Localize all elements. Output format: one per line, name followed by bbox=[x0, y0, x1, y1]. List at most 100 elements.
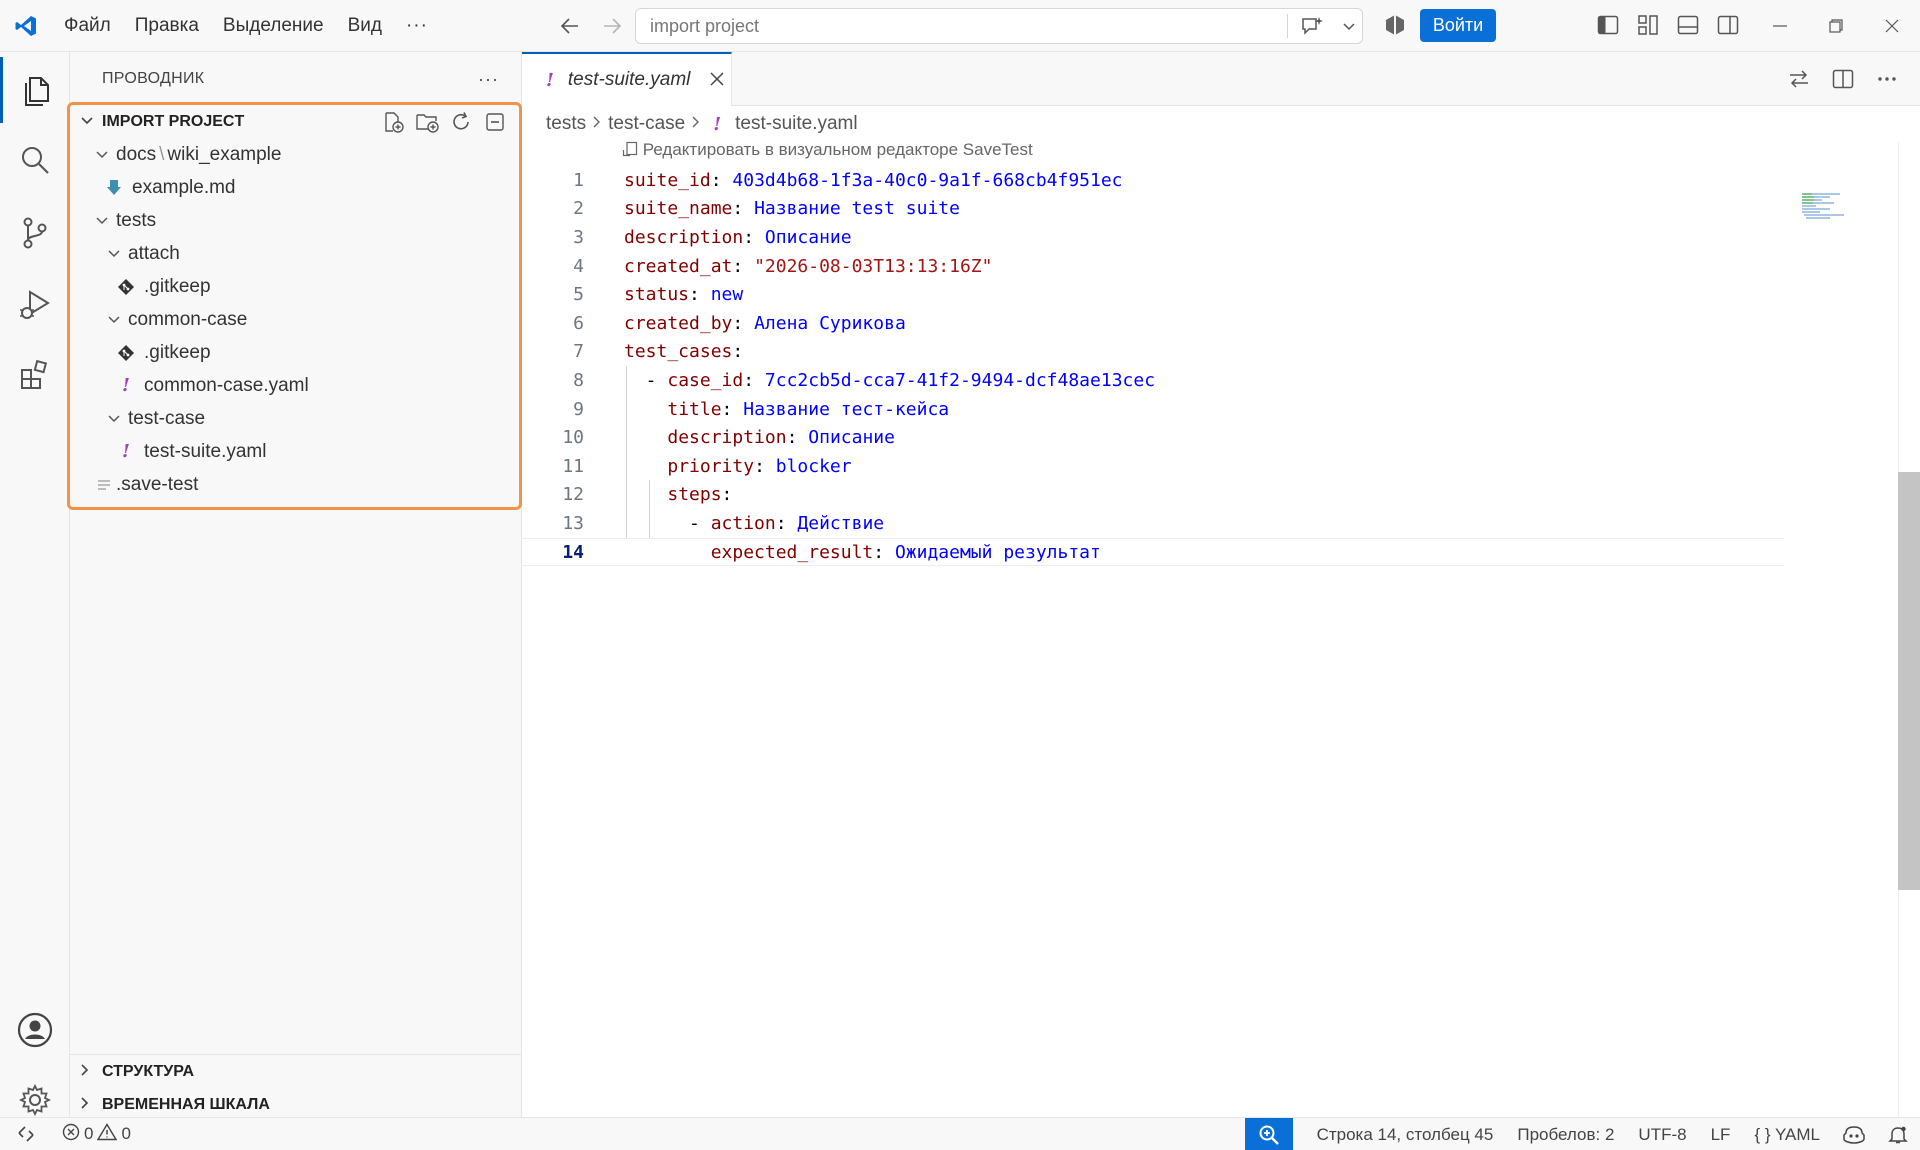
forward-arrow-icon[interactable] bbox=[598, 10, 626, 42]
language-mode[interactable]: { } YAML bbox=[1742, 1125, 1832, 1145]
tree-folder-attach[interactable]: attach bbox=[70, 237, 519, 270]
tree-folder-test-case[interactable]: test-case bbox=[70, 402, 519, 435]
tree-file-test-suite-yaml[interactable]: ! test-suite.yaml bbox=[70, 435, 519, 468]
menu-more-button[interactable]: ··· bbox=[394, 15, 440, 37]
toggle-secondary-sidebar-icon[interactable] bbox=[1715, 12, 1741, 38]
chevron-right-icon bbox=[80, 1063, 102, 1080]
code-line[interactable]: 7 test_cases: bbox=[522, 338, 1920, 367]
code-line[interactable]: 1 suite_id: 403d4b68-1f3a-40c0-9a1f-668c… bbox=[522, 166, 1920, 195]
extensions-icon[interactable] bbox=[0, 342, 70, 408]
menu-file[interactable]: Файл bbox=[52, 15, 123, 37]
copilot-status-icon[interactable] bbox=[1832, 1125, 1876, 1145]
toggle-primary-sidebar-icon[interactable] bbox=[1595, 12, 1621, 38]
explorer-icon[interactable] bbox=[0, 57, 70, 123]
new-file-icon[interactable] bbox=[381, 110, 405, 134]
code-line[interactable]: 12 steps: bbox=[522, 481, 1920, 510]
code-line[interactable]: 6 created_by: Алена Сурикова bbox=[522, 309, 1920, 338]
yaml-key: suite_id bbox=[624, 169, 711, 191]
chevron-down-icon bbox=[104, 315, 124, 325]
code-lines[interactable]: 1 suite_id: 403d4b68-1f3a-40c0-9a1f-668c… bbox=[522, 166, 1920, 567]
chevron-right-icon bbox=[691, 115, 701, 134]
cursor-position[interactable]: Строка 14, столбец 45 bbox=[1305, 1125, 1506, 1145]
tree-file-save-test[interactable]: .save-test bbox=[70, 468, 519, 501]
menu-bar: Файл Правка Выделение Вид ··· bbox=[52, 0, 440, 52]
tree-file-gitkeep-attach[interactable]: .gitkeep bbox=[70, 270, 519, 303]
breadcrumb-item[interactable]: test-suite.yaml bbox=[735, 113, 857, 135]
encoding[interactable]: UTF-8 bbox=[1626, 1125, 1698, 1145]
code-line[interactable]: 2 suite_name: Название test suite bbox=[522, 195, 1920, 224]
compare-icon[interactable] bbox=[1786, 66, 1812, 92]
editor-tab-bar: ! test-suite.yaml bbox=[522, 52, 1920, 106]
toggle-panel-icon[interactable] bbox=[1675, 12, 1701, 38]
split-editor-icon[interactable] bbox=[1830, 66, 1856, 92]
login-button[interactable]: Войти bbox=[1420, 9, 1496, 42]
tree-file-example-md[interactable]: example.md bbox=[70, 171, 519, 204]
code-line-current[interactable]: 14 expected_result: Ожидаемый результат bbox=[522, 537, 1784, 567]
markdown-file-icon bbox=[102, 179, 126, 197]
more-actions-icon[interactable] bbox=[1874, 66, 1900, 92]
command-center-search[interactable]: import project bbox=[635, 8, 1363, 44]
chevron-down-icon bbox=[104, 414, 124, 424]
customize-layout-icon[interactable] bbox=[1635, 12, 1661, 38]
yaml-key: status bbox=[624, 284, 690, 306]
menu-selection[interactable]: Выделение bbox=[211, 15, 336, 37]
menu-edit[interactable]: Правка bbox=[123, 15, 211, 37]
code-line[interactable]: 5 status: new bbox=[522, 280, 1920, 309]
minimap[interactable] bbox=[1800, 192, 1850, 222]
yaml-value: Название test suite bbox=[754, 198, 960, 220]
scrollbar-thumb[interactable] bbox=[1898, 472, 1920, 890]
yaml-key: description bbox=[667, 427, 787, 449]
tab-test-suite-yaml[interactable]: ! test-suite.yaml bbox=[522, 52, 732, 106]
outline-section-header[interactable]: СТРУКТУРА bbox=[70, 1055, 522, 1088]
tree-folder-docs-wiki-example[interactable]: docs \ wiki_example bbox=[70, 138, 519, 171]
run-debug-icon[interactable] bbox=[0, 272, 70, 338]
chevron-down-icon[interactable] bbox=[1336, 21, 1362, 31]
breadcrumb-item[interactable]: tests bbox=[546, 113, 586, 135]
code-line[interactable]: 10 description: Описание bbox=[522, 423, 1920, 452]
restore-icon[interactable] bbox=[1808, 0, 1864, 52]
command-center-text: import project bbox=[650, 15, 760, 36]
zoom-icon[interactable] bbox=[1244, 1118, 1293, 1150]
tree-folder-tests[interactable]: tests bbox=[70, 204, 519, 237]
end-of-line[interactable]: LF bbox=[1699, 1125, 1743, 1145]
back-arrow-icon[interactable] bbox=[556, 10, 584, 42]
code-line[interactable]: 8 - case_id: 7cc2cb5d-cca7-41f2-9494-dcf… bbox=[522, 366, 1920, 395]
notifications-bell-icon[interactable] bbox=[1876, 1125, 1920, 1145]
problems-indicator[interactable]: 0 0 bbox=[62, 1122, 131, 1146]
line-number: 2 bbox=[573, 198, 584, 220]
minimize-icon[interactable] bbox=[1752, 0, 1808, 52]
warning-icon bbox=[97, 1122, 118, 1146]
close-window-icon[interactable] bbox=[1864, 0, 1920, 52]
chat-sparkle-icon[interactable] bbox=[1288, 15, 1336, 37]
close-icon[interactable] bbox=[710, 69, 724, 92]
chevron-right-icon bbox=[592, 115, 602, 134]
code-line[interactable]: 4 created_at: "2026-08-03T13:13:16Z" bbox=[522, 252, 1920, 281]
search-icon[interactable] bbox=[0, 127, 70, 193]
copilot-icon[interactable] bbox=[1383, 13, 1407, 42]
yaml-key: action bbox=[710, 512, 776, 534]
yaml-key: priority bbox=[667, 455, 755, 477]
menu-view[interactable]: Вид bbox=[336, 15, 394, 37]
code-line[interactable]: 11 priority: blocker bbox=[522, 452, 1920, 481]
project-section-header[interactable]: IMPORT PROJECT bbox=[70, 105, 519, 138]
indentation[interactable]: Пробелов: 2 bbox=[1505, 1125, 1626, 1145]
code-line[interactable]: 3 description: Описание bbox=[522, 223, 1920, 252]
source-control-icon[interactable] bbox=[0, 200, 70, 266]
refresh-icon[interactable] bbox=[449, 110, 473, 134]
tree-folder-common-case[interactable]: common-case bbox=[70, 303, 519, 336]
tree-file-gitkeep-common-case[interactable]: .gitkeep bbox=[70, 336, 519, 369]
remote-icon[interactable] bbox=[0, 1125, 52, 1143]
collapse-all-icon[interactable] bbox=[483, 110, 507, 134]
codelens-visual-editor[interactable]: Редактировать в визуальном редакторе Sav… bbox=[622, 140, 1033, 160]
account-icon[interactable] bbox=[0, 997, 70, 1063]
editor-actions bbox=[1786, 66, 1900, 92]
breadcrumb-item[interactable]: test-case bbox=[608, 113, 685, 135]
code-line[interactable]: 13 - action: Действие bbox=[522, 509, 1920, 538]
code-line[interactable]: 9 title: Название тест-кейса bbox=[522, 395, 1920, 424]
sidebar-more-button[interactable]: ··· bbox=[478, 69, 499, 90]
language-name: YAML bbox=[1774, 1124, 1820, 1144]
yaml-value: Алена Сурикова bbox=[754, 312, 906, 334]
new-folder-icon[interactable] bbox=[415, 110, 439, 134]
yaml-string-value: "2026-08-03T13:13:16Z" bbox=[754, 255, 993, 277]
tree-file-common-case-yaml[interactable]: ! common-case.yaml bbox=[70, 369, 519, 402]
